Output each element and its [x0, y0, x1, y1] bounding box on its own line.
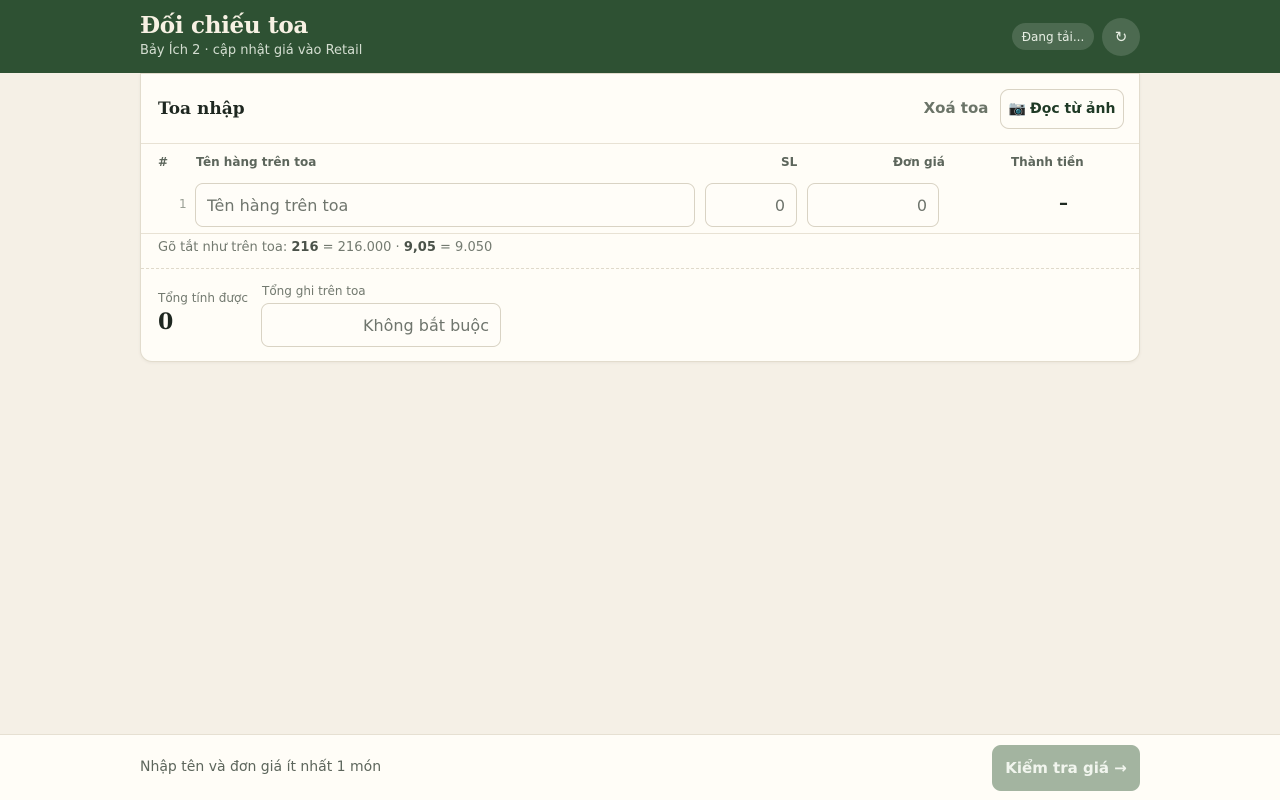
card-title: Toa nhập: [158, 99, 245, 119]
app-header: Đối chiếu toa Bảy Ích 2 · cập nhật giá v…: [0, 0, 1280, 73]
quantity-input[interactable]: [705, 183, 797, 227]
dashed-divider: [141, 268, 1139, 269]
row-index: 1: [179, 197, 187, 211]
column-header-qty: SL: [781, 155, 798, 169]
validation-message: Nhập tên và đơn giá ít nhất 1 món: [140, 759, 382, 775]
column-header-amount: Thành tiền: [1011, 155, 1084, 169]
page-subtitle: Bảy Ích 2 · cập nhật giá vào Retail: [140, 43, 363, 58]
refresh-button[interactable]: ↻: [1102, 18, 1140, 56]
written-total-label: Tổng ghi trên toa: [262, 284, 366, 298]
refresh-icon: ↻: [1114, 28, 1128, 46]
bottom-action-bar: Nhập tên và đơn giá ít nhất 1 món Kiểm t…: [0, 734, 1280, 800]
header-divider: [141, 143, 1139, 144]
hint-example-1: 216: [291, 240, 319, 255]
row-divider: [141, 233, 1139, 234]
shorthand-hint: Gõ tắt như trên toa: 216 = 216.000 · 9,0…: [158, 240, 493, 255]
hint-example-2: 9,05: [403, 240, 436, 255]
read-from-image-button[interactable]: 📷 Đọc từ ảnh: [1000, 89, 1124, 129]
page-title: Đối chiếu toa: [140, 12, 308, 39]
computed-total-label: Tổng tính được: [158, 291, 248, 305]
camera-icon: 📷: [1008, 101, 1026, 117]
check-price-button[interactable]: Kiểm tra giá →: [992, 745, 1140, 791]
column-header-name: Tên hàng trên toa: [196, 155, 317, 169]
column-header-index: #: [158, 155, 169, 169]
clear-invoice-button[interactable]: Xoá toa: [921, 99, 991, 119]
loading-status-badge: Đang tải...: [1012, 23, 1094, 50]
read-from-image-label: Đọc từ ảnh: [1030, 101, 1116, 117]
computed-total-value: 0: [158, 309, 174, 335]
row-amount: –: [1059, 193, 1068, 214]
written-total-input[interactable]: [261, 303, 501, 347]
unit-price-input[interactable]: [807, 183, 939, 227]
column-header-unit-price: Đơn giá: [893, 155, 945, 169]
item-name-input[interactable]: [195, 183, 695, 227]
invoice-card: Toa nhập Xoá toa 📷 Đọc từ ảnh # Tên hàng…: [140, 73, 1140, 362]
